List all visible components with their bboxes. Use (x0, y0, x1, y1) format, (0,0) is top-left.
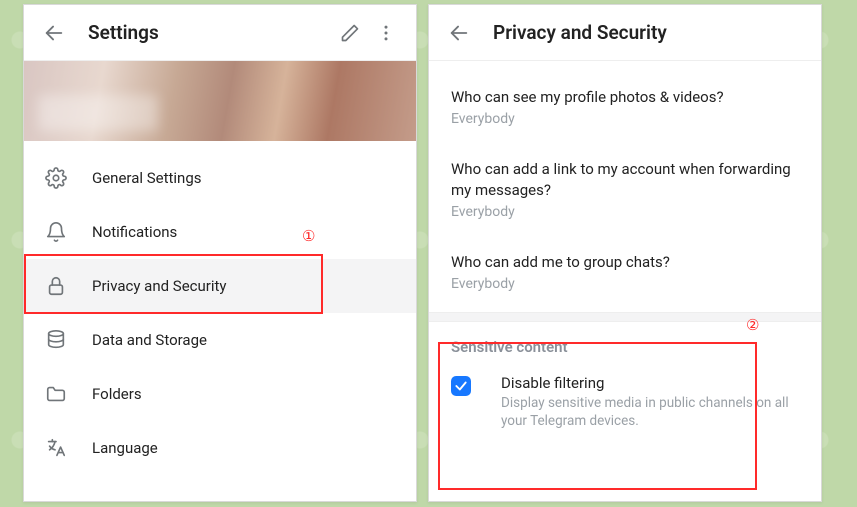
sidebar-item-label: Folders (92, 385, 142, 403)
back-button[interactable] (36, 15, 72, 51)
privacy-panel: Privacy and Security Who can see my prof… (428, 4, 822, 502)
language-icon (44, 436, 68, 460)
sidebar-item-label: General Settings (92, 169, 202, 187)
sidebar-item-general[interactable]: General Settings (24, 151, 416, 205)
back-button[interactable] (441, 15, 477, 51)
more-button[interactable] (368, 15, 404, 51)
sidebar-item-language[interactable]: Language (24, 421, 416, 475)
privacy-row-group-chats[interactable]: Who can add me to group chats? Everybody (429, 234, 821, 312)
sidebar-item-label: Notifications (92, 223, 177, 241)
disable-filtering-row[interactable]: Disable filtering Display sensitive medi… (429, 364, 821, 446)
database-icon (44, 328, 68, 352)
callout-number-1: ① (302, 227, 315, 245)
sensitive-content-header: Sensitive content (429, 322, 821, 364)
privacy-row-forward-link[interactable]: Who can add a link to my account when fo… (429, 141, 821, 234)
folder-icon (44, 382, 68, 406)
privacy-row-question: Who can add me to group chats? (451, 252, 799, 272)
bell-icon (44, 220, 68, 244)
disable-filtering-description: Display sensitive media in public channe… (501, 394, 799, 430)
sidebar-item-data-storage[interactable]: Data and Storage (24, 313, 416, 367)
arrow-left-icon (43, 22, 65, 44)
disable-filtering-body: Disable filtering Display sensitive medi… (501, 374, 799, 430)
profile-name-blur (38, 95, 158, 131)
privacy-title: Privacy and Security (493, 21, 809, 44)
settings-list: General Settings Notifications Privacy a… (24, 141, 416, 475)
disable-filtering-label: Disable filtering (501, 374, 799, 392)
edit-button[interactable] (332, 15, 368, 51)
privacy-row-value: Everybody (451, 111, 799, 127)
gear-icon (44, 166, 68, 190)
sidebar-item-label: Privacy and Security (92, 277, 227, 295)
sidebar-item-label: Data and Storage (92, 331, 207, 349)
arrow-left-icon (448, 22, 470, 44)
sidebar-item-folders[interactable]: Folders (24, 367, 416, 421)
more-vertical-icon (376, 23, 396, 43)
privacy-row-profile-photos[interactable]: Who can see my profile photos & videos? … (429, 61, 821, 141)
sidebar-item-privacy[interactable]: Privacy and Security (24, 259, 416, 313)
settings-header: Settings (24, 5, 416, 61)
profile-hero[interactable] (24, 61, 416, 141)
privacy-row-value: Everybody (451, 276, 799, 292)
privacy-row-question: Who can add a link to my account when fo… (451, 159, 799, 200)
callout-number-2: ② (746, 316, 759, 334)
settings-title: Settings (88, 21, 332, 44)
check-icon (454, 379, 468, 393)
privacy-row-question: Who can see my profile photos & videos? (451, 87, 799, 107)
privacy-row-value: Everybody (451, 204, 799, 220)
section-divider (429, 312, 821, 322)
sidebar-item-label: Language (92, 439, 158, 457)
privacy-header: Privacy and Security (429, 5, 821, 61)
pencil-icon (340, 23, 360, 43)
settings-panel: Settings General Settings Notifications (23, 4, 417, 502)
sidebar-item-notifications[interactable]: Notifications (24, 205, 416, 259)
disable-filtering-checkbox[interactable] (451, 376, 471, 396)
lock-icon (44, 274, 68, 298)
